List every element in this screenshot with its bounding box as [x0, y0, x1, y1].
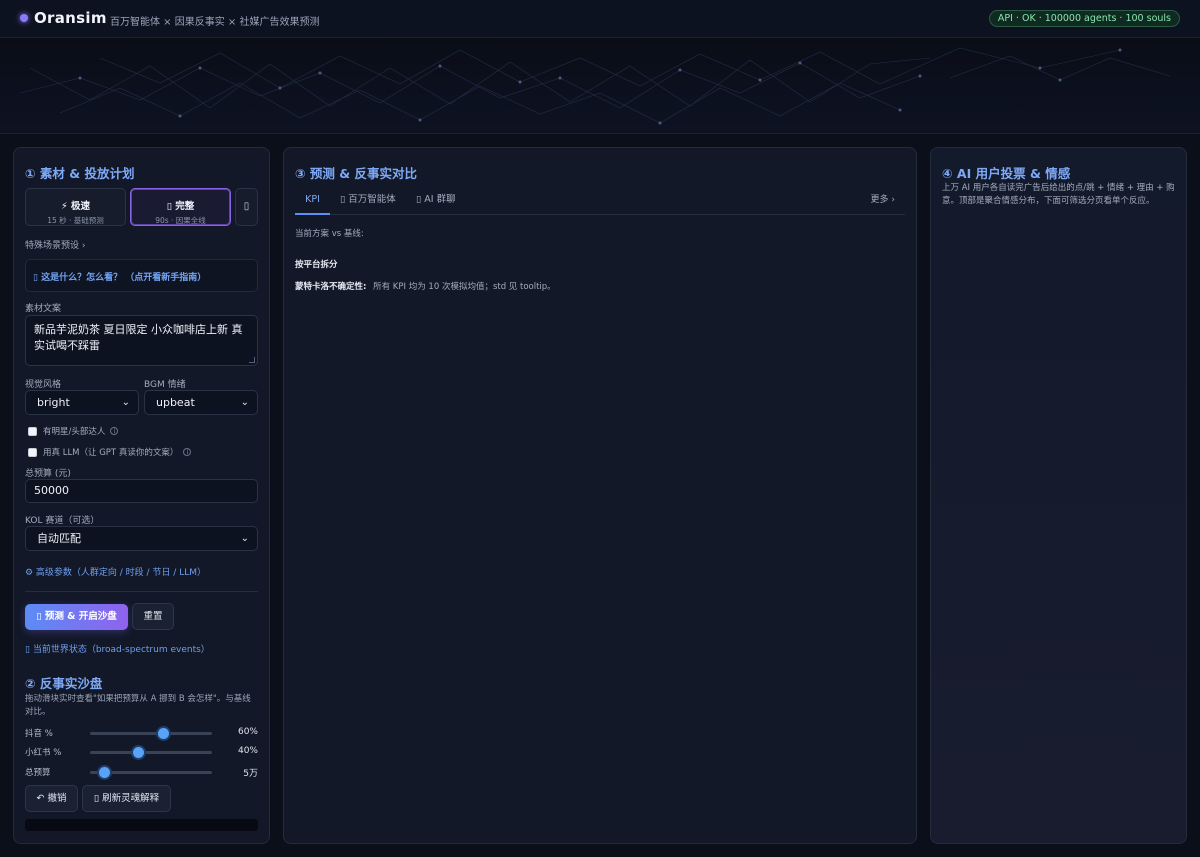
- total-budget-slider-row: 总预算 5万: [25, 765, 258, 779]
- tabs-more-button[interactable]: 更多 ›: [871, 188, 895, 212]
- total-budget-slider-value: 5万: [243, 769, 258, 779]
- top-bar: Oransim 百万智能体 × 因果反事实 × 社媒广告效果预测 API · O…: [0, 0, 1200, 38]
- real-llm-checkbox[interactable]: [28, 447, 37, 457]
- monte-carlo-label: 蒙特卡洛不确定性:: [295, 282, 367, 292]
- chevron-down-icon: ⌄: [240, 397, 249, 408]
- mode-fast-subtitle: 15 秒 · 基础预测: [47, 216, 104, 225]
- ai-vote-description: 上万 AI 用户各自读完广告后给出的点/跳 + 情绪 + 理由 + 购意。顶部是…: [942, 183, 1175, 206]
- tab-kpi[interactable]: KPI: [295, 188, 330, 215]
- budget-label: 总预算 (元): [25, 469, 71, 479]
- mode-full-title: ▯ 完整: [166, 201, 195, 212]
- mode-more-button[interactable]: ▯: [235, 188, 258, 226]
- reset-button[interactable]: 重置: [132, 603, 174, 630]
- copy-label: 素材文案: [25, 304, 62, 314]
- budget-input[interactable]: 50000: [25, 479, 258, 503]
- special-scene-presets-toggle[interactable]: 特殊场景预设 ›: [25, 238, 85, 251]
- mode-full-card[interactable]: ▯ 完整 90s · 因果全线: [130, 188, 231, 226]
- copy-text-value: 新品芋泥奶茶 夏日限定 小众咖啡店上新 真实试喝不踩雷: [34, 323, 243, 352]
- hero-network-banner: [0, 38, 1200, 134]
- predict-sandbox-button[interactable]: ▯ 预测 & 开启沙盘: [25, 604, 128, 630]
- brand-name[interactable]: Oransim: [34, 9, 107, 27]
- real-llm-check-row[interactable]: 用真 LLM（让 GPT 真读你的文案） i: [28, 446, 192, 458]
- bgm-label: BGM 情绪: [144, 380, 186, 390]
- ai-vote-title: ④ AI 用户投票 & 情感: [942, 166, 1071, 181]
- ai-vote-sentiment-panel: ④ AI 用户投票 & 情感 上万 AI 用户各自读完广告后给出的点/跳 + 情…: [930, 147, 1187, 844]
- resize-grip-icon[interactable]: [249, 357, 255, 363]
- mode-fast-title: ⚡ 极速: [61, 201, 90, 212]
- douyin-slider-label: 抖音 %: [25, 729, 53, 739]
- xiaohongshu-slider-value: 40%: [237, 746, 258, 756]
- celebrity-check-row[interactable]: 有明星/头部达人 i: [28, 425, 119, 437]
- visual-style-label: 视觉风格: [25, 380, 62, 390]
- bgm-value: upbeat: [156, 396, 195, 409]
- api-status-badge: API · OK · 100000 agents · 100 souls: [988, 10, 1180, 27]
- visual-style-value: bright: [37, 396, 70, 409]
- prediction-counterfactual-panel: ③ 预测 & 反事实对比 KPI ▯ 百万智能体 ▯ AI 群聊 更多 › 当前…: [283, 147, 917, 844]
- advanced-params-toggle[interactable]: ⚙ 高级参数（人群定向 / 时段 / 节日 / LLM）: [25, 565, 206, 578]
- info-icon[interactable]: i: [183, 448, 192, 456]
- material-plan-panel: ① 素材 & 投放计划 ⚡ 极速 15 秒 · 基础预测 ▯ 完整 90s · …: [13, 147, 270, 844]
- brand-logo-dot: [20, 14, 28, 22]
- douyin-slider-thumb[interactable]: [157, 728, 169, 739]
- kol-label: KOL 赛道（可选）: [25, 516, 100, 526]
- douyin-slider-track[interactable]: [90, 732, 212, 735]
- total-budget-slider-label: 总预算: [25, 768, 51, 778]
- monte-carlo-text: 所有 KPI 均为 10 次模拟均值；std 见 tooltip。: [373, 282, 556, 292]
- mode-fast-card[interactable]: ⚡ 极速 15 秒 · 基础预测: [25, 188, 126, 226]
- bgm-select[interactable]: upbeat ⌄: [144, 390, 258, 415]
- real-llm-check-label: 用真 LLM（让 GPT 真读你的文案）: [43, 448, 179, 458]
- undo-button[interactable]: ↶ 撤销: [25, 785, 78, 812]
- xiaohongshu-slider-row: 小红书 % 40%: [25, 745, 258, 759]
- divider: [25, 591, 258, 592]
- xiaohongshu-slider-label: 小红书 %: [25, 748, 62, 758]
- beginner-guide-toggle[interactable]: ▯ 这是什么？怎么看？ （点开看新手指南）: [25, 259, 258, 292]
- douyin-slider-row: 抖音 % 60%: [25, 726, 258, 740]
- network-graph-decoration: [19, 47, 1171, 125]
- mode-full-subtitle: 90s · 因果全线: [155, 216, 206, 225]
- sandbox-description: 拖动滑块实时查看"如果把预算从 A 挪到 B 会怎样"。与基线对比。: [25, 694, 251, 717]
- chevron-down-icon: ⌄: [240, 533, 249, 544]
- tab-ai-group-chat[interactable]: ▯ AI 群聊: [416, 188, 456, 215]
- xiaohongshu-slider-track[interactable]: [90, 751, 212, 754]
- kol-select[interactable]: 自动匹配 ⌄: [25, 526, 258, 551]
- monte-carlo-note: 蒙特卡洛不确定性: 所有 KPI 均为 10 次模拟均值；std 见 toolt…: [295, 280, 556, 292]
- douyin-slider-value: 60%: [237, 727, 258, 737]
- by-platform-heading: 按平台拆分: [295, 260, 338, 270]
- sandbox-title: ② 反事实沙盘: [25, 676, 103, 691]
- prediction-title: ③ 预测 & 反事实对比: [295, 166, 418, 181]
- total-budget-slider-thumb[interactable]: [99, 767, 111, 778]
- vs-baseline-text: 当前方案 vs 基线:: [295, 229, 364, 239]
- sandbox-output-bar: [25, 819, 258, 831]
- kol-value: 自动匹配: [37, 532, 81, 545]
- celebrity-checkbox[interactable]: [28, 426, 37, 436]
- world-state-toggle[interactable]: ▯ 当前世界状态（broad-spectrum events）: [25, 642, 210, 655]
- xiaohongshu-slider-thumb[interactable]: [133, 747, 145, 758]
- celebrity-check-label: 有明星/头部达人: [43, 427, 106, 437]
- info-icon[interactable]: i: [110, 427, 119, 435]
- copy-textarea[interactable]: 新品芋泥奶茶 夏日限定 小众咖啡店上新 真实试喝不踩雷: [25, 315, 258, 366]
- refresh-soul-explain-button[interactable]: ▯ 刷新灵魂解释: [82, 785, 171, 812]
- chevron-down-icon: ⌄: [121, 397, 130, 408]
- result-tabs: KPI ▯ 百万智能体 ▯ AI 群聊 更多 ›: [295, 188, 905, 215]
- brand-tagline: 百万智能体 × 因果反事实 × 社媒广告效果预测: [110, 17, 320, 28]
- visual-style-select[interactable]: bright ⌄: [25, 390, 139, 415]
- tab-million-agents[interactable]: ▯ 百万智能体: [340, 188, 396, 215]
- material-plan-title: ① 素材 & 投放计划: [25, 166, 135, 181]
